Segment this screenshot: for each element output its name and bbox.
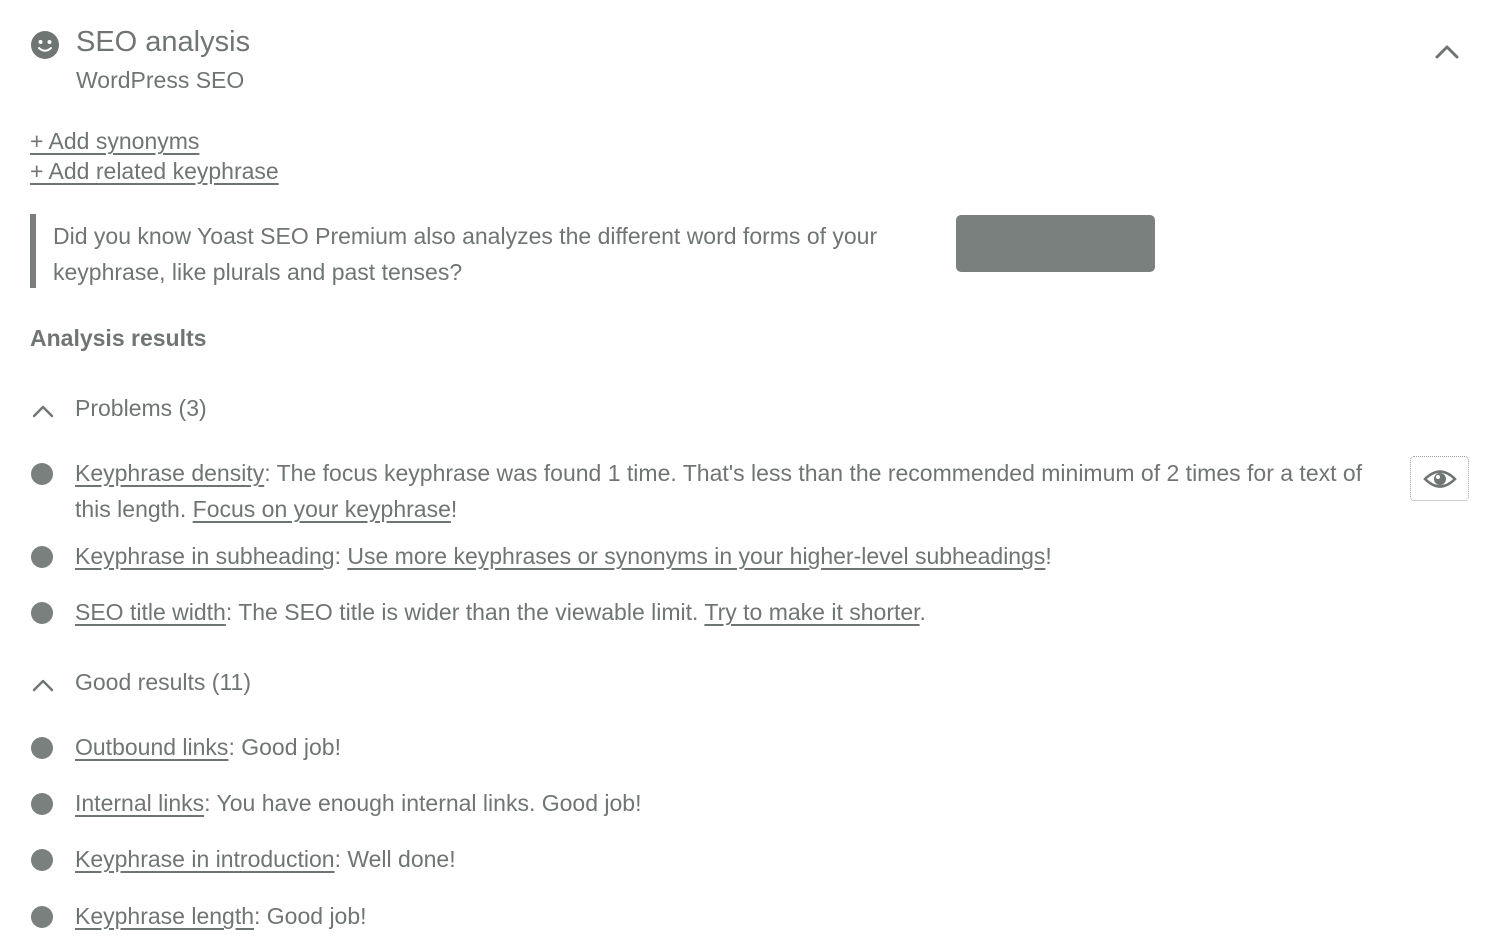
keyphrase-in-subheading-link[interactable]: Keyphrase in subheading — [75, 543, 335, 569]
good-results-group-label: Good results (11) — [75, 669, 251, 695]
score-bullet-icon — [31, 546, 53, 568]
chevron-up-icon — [32, 405, 54, 418]
result-text: Keyphrase in subheading: Use more keyphr… — [75, 543, 1052, 569]
collapse-panel-button[interactable] — [1430, 34, 1464, 68]
result-text: Outbound links: Good job! — [75, 734, 341, 760]
smiley-face-icon — [30, 30, 60, 60]
score-bullet-icon — [31, 463, 53, 485]
analysis-results-heading: Analysis results — [30, 325, 207, 351]
keyphrase-length-link[interactable]: Keyphrase length — [75, 903, 254, 929]
add-synonyms-link[interactable]: + Add synonyms — [30, 128, 199, 155]
focus-keyphrase-link[interactable]: Focus on your keyphrase — [193, 496, 451, 522]
panel-subtitle: WordPress SEO — [76, 67, 245, 93]
score-bullet-icon — [31, 793, 53, 815]
result-text: Keyphrase length: Good job! — [75, 903, 367, 929]
use-more-keyphrases-link[interactable]: Use more keyphrases or synonyms in your … — [347, 543, 1045, 569]
keyphrase-density-link[interactable]: Keyphrase density — [75, 460, 264, 486]
premium-callout: Did you know Yoast SEO Premium also anal… — [30, 214, 936, 288]
score-bullet-icon — [31, 849, 53, 871]
problems-group-label: Problems (3) — [75, 395, 207, 421]
result-item: Keyphrase length: Good job! — [30, 898, 1400, 934]
score-bullet-icon — [31, 737, 53, 759]
premium-upsell-button[interactable] — [956, 215, 1155, 272]
result-item: Keyphrase in introduction: Well done! — [30, 841, 1400, 877]
seo-title-width-link[interactable]: SEO title width — [75, 599, 226, 625]
chevron-up-icon — [32, 679, 54, 692]
score-bullet-icon — [31, 602, 53, 624]
result-text: Keyphrase density: The focus keyphrase w… — [75, 460, 1363, 522]
result-text: Internal links: You have enough internal… — [75, 790, 642, 816]
result-item: SEO title width: The SEO title is wider … — [30, 594, 1400, 630]
result-text: Keyphrase in introduction: Well done! — [75, 846, 456, 872]
outbound-links-link[interactable]: Outbound links — [75, 734, 228, 760]
good-results-group-toggle[interactable]: Good results (11) — [30, 669, 330, 703]
result-item: Keyphrase in subheading: Use more keyphr… — [30, 538, 1400, 574]
result-item: Outbound links: Good job! — [30, 729, 1400, 765]
make-shorter-link[interactable]: Try to make it shorter — [704, 599, 919, 625]
add-related-keyphrase-link[interactable]: + Add related keyphrase — [30, 158, 279, 185]
problems-group-toggle[interactable]: Problems (3) — [30, 395, 290, 429]
eye-icon — [1423, 470, 1457, 488]
chevron-up-icon — [1435, 45, 1459, 59]
result-item: Keyphrase density: The focus keyphrase w… — [30, 455, 1400, 527]
panel-title: SEO analysis — [76, 26, 251, 58]
result-item: Internal links: You have enough internal… — [30, 785, 1400, 821]
keyphrase-in-introduction-link[interactable]: Keyphrase in introduction — [75, 846, 335, 872]
internal-links-link[interactable]: Internal links — [75, 790, 204, 816]
result-text: SEO title width: The SEO title is wider … — [75, 599, 926, 625]
callout-text: Did you know Yoast SEO Premium also anal… — [53, 223, 878, 285]
highlight-keyphrase-button[interactable] — [1410, 456, 1469, 501]
score-bullet-icon — [31, 906, 53, 928]
